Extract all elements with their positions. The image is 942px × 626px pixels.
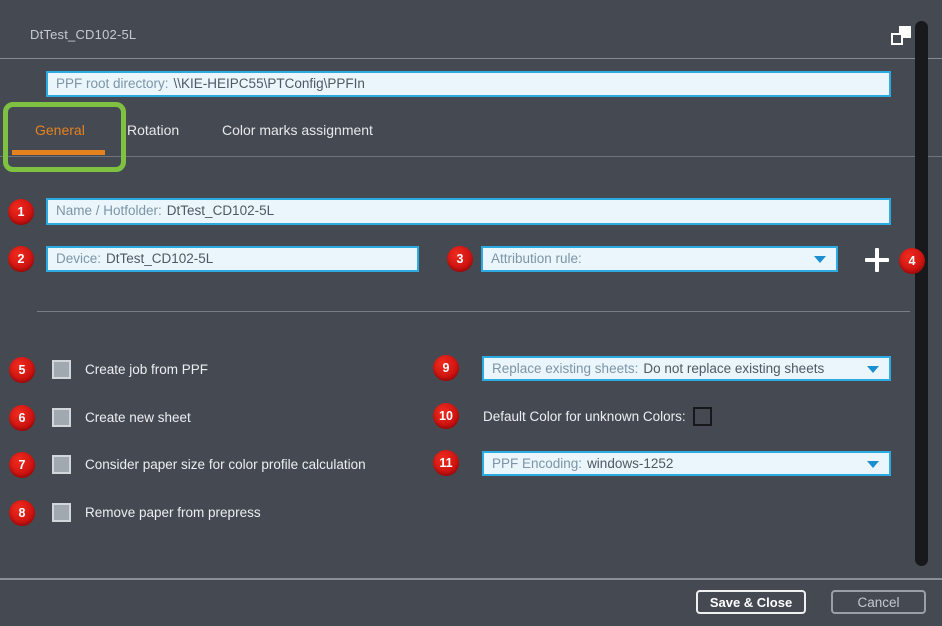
- annotation-marker-2: 2: [8, 246, 34, 272]
- annotation-marker-7: 7: [9, 452, 35, 478]
- replace-existing-sheets-label: Replace existing sheets:: [492, 361, 638, 376]
- consider-paper-size-label: Consider paper size for color profile ca…: [85, 457, 366, 472]
- device-value: DtTest_CD102-5L: [106, 251, 213, 266]
- default-color-label: Default Color for unknown Colors:: [483, 409, 686, 424]
- annotation-marker-6: 6: [9, 405, 35, 431]
- annotation-marker-4: 4: [899, 248, 925, 274]
- section-divider: [37, 311, 910, 312]
- annotation-marker-1: 1: [8, 199, 34, 225]
- default-color-swatch[interactable]: [693, 407, 712, 426]
- remove-paper-from-prepress-checkbox[interactable]: [52, 503, 71, 522]
- attribution-rule-dropdown[interactable]: Attribution rule:: [481, 246, 838, 272]
- checkbox-row-create-job-from-ppf[interactable]: Create job from PPF: [52, 360, 208, 379]
- restore-front-square: [891, 33, 903, 45]
- footer-divider: [0, 578, 942, 580]
- add-attribution-rule-button[interactable]: [865, 248, 889, 272]
- annotation-marker-8: 8: [9, 500, 35, 526]
- annotation-marker-11: 11: [433, 450, 459, 476]
- create-job-from-ppf-checkbox[interactable]: [52, 360, 71, 379]
- checkbox-row-remove-paper-from-prepress[interactable]: Remove paper from prepress: [52, 503, 261, 522]
- replace-existing-sheets-value: Do not replace existing sheets: [643, 361, 824, 376]
- cancel-button[interactable]: Cancel: [831, 590, 926, 614]
- annotation-marker-5: 5: [9, 357, 35, 383]
- device-label: Device:: [56, 251, 101, 266]
- annotation-highlight-general-tab: [3, 102, 126, 172]
- ppf-encoding-dropdown[interactable]: PPF Encoding: windows-1252: [482, 451, 891, 476]
- chevron-down-icon: [814, 256, 826, 263]
- tabs-divider: [0, 156, 942, 157]
- restore-window-icon[interactable]: [891, 24, 913, 46]
- titlebar-divider: [0, 58, 942, 59]
- checkbox-row-create-new-sheet[interactable]: Create new sheet: [52, 408, 191, 427]
- name-hotfolder-label: Name / Hotfolder:: [56, 203, 162, 218]
- ppf-encoding-label: PPF Encoding:: [492, 456, 582, 471]
- consider-paper-size-checkbox[interactable]: [52, 455, 71, 474]
- attribution-rule-label: Attribution rule:: [491, 251, 582, 266]
- save-close-button[interactable]: Save & Close: [696, 590, 806, 614]
- tab-color-marks-assignment[interactable]: Color marks assignment: [222, 122, 373, 138]
- ppf-root-value: \\KIE-HEIPC55\PTConfig\PPFIn: [174, 76, 365, 91]
- create-job-from-ppf-label: Create job from PPF: [85, 362, 208, 377]
- annotation-marker-9: 9: [433, 355, 459, 381]
- checkbox-row-consider-paper-size[interactable]: Consider paper size for color profile ca…: [52, 455, 366, 474]
- create-new-sheet-label: Create new sheet: [85, 410, 191, 425]
- name-hotfolder-field[interactable]: Name / Hotfolder: DtTest_CD102-5L: [46, 198, 891, 225]
- chevron-down-icon: [867, 461, 879, 468]
- device-field[interactable]: Device: DtTest_CD102-5L: [46, 246, 419, 272]
- create-new-sheet-checkbox[interactable]: [52, 408, 71, 427]
- ppf-root-label: PPF root directory:: [56, 76, 169, 91]
- name-hotfolder-value: DtTest_CD102-5L: [167, 203, 274, 218]
- chevron-down-icon: [867, 366, 879, 373]
- replace-existing-sheets-dropdown[interactable]: Replace existing sheets: Do not replace e…: [482, 356, 891, 381]
- hotfolder-settings-dialog: DtTest_CD102-5L PPF root directory: \\KIE…: [0, 0, 942, 626]
- annotation-marker-3: 3: [447, 246, 473, 272]
- window-title: DtTest_CD102-5L: [30, 27, 136, 42]
- annotation-marker-10: 10: [433, 403, 459, 429]
- vertical-scrollbar[interactable]: [915, 21, 928, 566]
- tab-rotation[interactable]: Rotation: [127, 122, 179, 138]
- ppf-encoding-value: windows-1252: [587, 456, 673, 471]
- remove-paper-from-prepress-label: Remove paper from prepress: [85, 505, 261, 520]
- ppf-root-directory-field[interactable]: PPF root directory: \\KIE-HEIPC55\PTConfi…: [46, 71, 891, 97]
